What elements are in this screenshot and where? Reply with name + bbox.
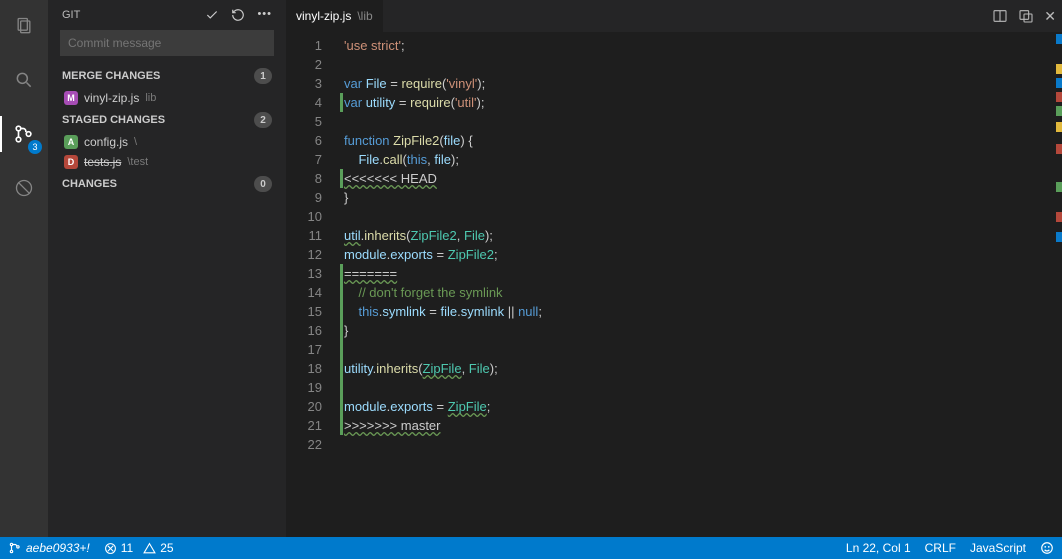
tab-filepath: \lib xyxy=(357,9,372,23)
section-staged[interactable]: STAGED CHANGES2 xyxy=(48,108,286,132)
code-line-7[interactable]: File.call(this, file); xyxy=(340,150,1062,169)
section-changes[interactable]: CHANGES0 xyxy=(48,172,286,196)
code-line-11[interactable]: util.inherits(ZipFile2, File); xyxy=(340,226,1062,245)
file-vinyl-zip.js[interactable]: Mvinyl-zip.js lib xyxy=(48,88,286,108)
code-line-20[interactable]: module.exports = ZipFile; xyxy=(340,397,1062,416)
tab-filename: vinyl-zip.js xyxy=(296,9,351,23)
status-branch[interactable]: aebe0933+! xyxy=(8,541,90,555)
file-status-badge: A xyxy=(64,135,78,149)
code-line-13[interactable]: ======= xyxy=(340,264,1062,283)
code-line-16[interactable]: } xyxy=(340,321,1062,340)
status-eol[interactable]: CRLF xyxy=(925,541,956,555)
file-tests.js[interactable]: Dtests.js \test xyxy=(48,152,286,172)
code-line-3[interactable]: var File = require('vinyl'); xyxy=(340,74,1062,93)
code-line-2[interactable] xyxy=(340,55,1062,74)
section-merge[interactable]: MERGE CHANGES1 xyxy=(48,64,286,88)
code-line-9[interactable]: } xyxy=(340,188,1062,207)
commit-icon[interactable] xyxy=(205,8,219,22)
sidebar-header: GIT ••• xyxy=(48,0,286,30)
status-cursor[interactable]: Ln 22, Col 1 xyxy=(846,541,911,555)
status-language[interactable]: JavaScript xyxy=(970,541,1026,555)
code-line-14[interactable]: // don't forget the symlink xyxy=(340,283,1062,302)
explorer-icon[interactable] xyxy=(0,8,48,44)
file-name: tests.js xyxy=(84,155,121,169)
debug-icon[interactable] xyxy=(0,170,48,206)
sidebar-title: GIT xyxy=(62,9,80,21)
editor-area: vinyl-zip.js \lib ✕ 12345678910111213141… xyxy=(286,0,1062,537)
commit-message-input[interactable] xyxy=(60,30,274,56)
code-line-4[interactable]: var utility = require('util'); xyxy=(340,93,1062,112)
status-bar: aebe0933+! 11 25 Ln 22, Col 1 CRLF JavaS… xyxy=(0,537,1062,559)
code-line-15[interactable]: this.symlink = file.symlink || null; xyxy=(340,302,1062,321)
status-warnings: 25 xyxy=(160,541,173,555)
code-line-12[interactable]: module.exports = ZipFile2; xyxy=(340,245,1062,264)
line-gutter: 12345678910111213141516171819202122 xyxy=(286,32,340,537)
file-config.js[interactable]: Aconfig.js \ xyxy=(48,132,286,152)
feedback-icon[interactable] xyxy=(1040,541,1054,555)
tab-vinyl-zip[interactable]: vinyl-zip.js \lib xyxy=(286,0,383,32)
file-path: \ xyxy=(134,136,137,148)
more-icon[interactable]: ••• xyxy=(257,8,272,22)
code-body[interactable]: 'use strict'; var File = require('vinyl')… xyxy=(340,32,1062,537)
status-problems[interactable]: 11 25 xyxy=(104,541,174,555)
code-line-22[interactable] xyxy=(340,435,1062,454)
scm-badge: 3 xyxy=(28,140,42,154)
code-line-8[interactable]: <<<<<<< HEAD xyxy=(340,169,1062,188)
code-line-5[interactable] xyxy=(340,112,1062,131)
file-name: config.js xyxy=(84,135,128,149)
search-icon[interactable] xyxy=(0,62,48,98)
code-line-21[interactable]: >>>>>>> master xyxy=(340,416,1062,435)
code-line-10[interactable] xyxy=(340,207,1062,226)
more-editor-icon[interactable] xyxy=(1018,8,1034,25)
file-path: lib xyxy=(145,92,156,104)
file-status-badge: M xyxy=(64,91,78,105)
code-line-6[interactable]: function ZipFile2(file) { xyxy=(340,131,1062,150)
code-line-1[interactable]: 'use strict'; xyxy=(340,36,1062,55)
file-name: vinyl-zip.js xyxy=(84,91,139,105)
activity-bar: 3 xyxy=(0,0,48,537)
refresh-icon[interactable] xyxy=(231,8,245,22)
file-path: \test xyxy=(127,156,148,168)
status-branch-text: aebe0933+! xyxy=(26,541,90,555)
close-icon[interactable]: ✕ xyxy=(1044,8,1056,25)
scm-sidebar: GIT ••• MERGE CHANGES1 Mvinyl-zip.js lib ST… xyxy=(48,0,286,537)
split-editor-icon[interactable] xyxy=(992,8,1008,25)
file-status-badge: D xyxy=(64,155,78,169)
tab-bar: vinyl-zip.js \lib ✕ xyxy=(286,0,1062,32)
code-editor[interactable]: 12345678910111213141516171819202122 'use… xyxy=(286,32,1062,537)
code-line-19[interactable] xyxy=(340,378,1062,397)
code-line-17[interactable] xyxy=(340,340,1062,359)
status-errors: 11 xyxy=(121,541,133,555)
overview-ruler[interactable] xyxy=(1054,32,1062,537)
scm-icon[interactable]: 3 xyxy=(0,116,48,152)
code-line-18[interactable]: utility.inherits(ZipFile, File); xyxy=(340,359,1062,378)
